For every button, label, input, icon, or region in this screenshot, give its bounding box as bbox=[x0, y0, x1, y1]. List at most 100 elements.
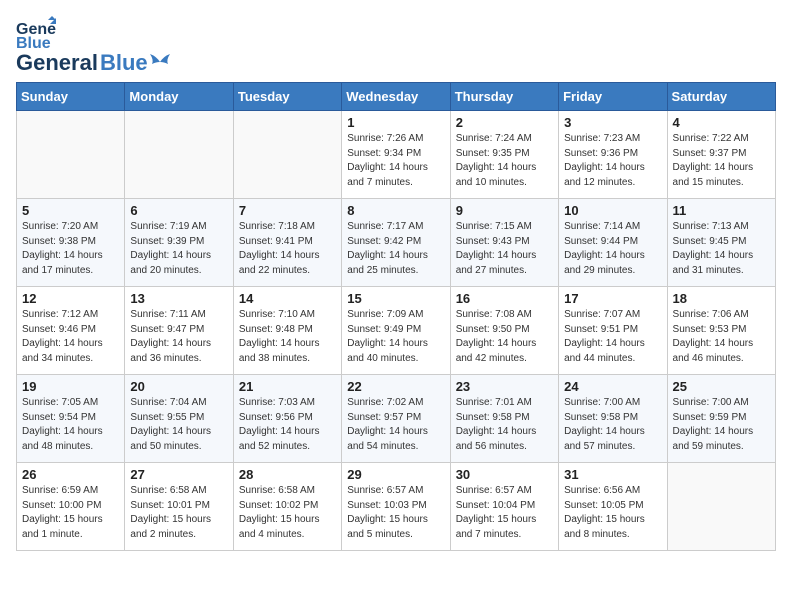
day-number: 3 bbox=[564, 115, 661, 130]
day-cell: 12Sunrise: 7:12 AM Sunset: 9:46 PM Dayli… bbox=[17, 287, 125, 375]
day-cell: 27 Sunrise: 6:58 AM Sunset: 10:01 PM Dayl… bbox=[125, 463, 233, 551]
day-cell: 31Sunrise: 6:56 AM Sunset: 10:05 PM Dayl… bbox=[559, 463, 667, 551]
week-row-5: 26 Sunrise: 6:59 AM Sunset: 10:00 PM Dayl… bbox=[17, 463, 776, 551]
weekday-saturday: Saturday bbox=[667, 83, 775, 111]
day-number: 25 bbox=[673, 379, 770, 394]
day-cell: 8Sunrise: 7:17 AM Sunset: 9:42 PM Daylig… bbox=[342, 199, 450, 287]
day-cell: 4Sunrise: 7:22 AM Sunset: 9:37 PM Daylig… bbox=[667, 111, 775, 199]
day-cell: 6 Sunrise: 7:19 AM Sunset: 9:39 PM Daylig… bbox=[125, 199, 233, 287]
day-info: Sunrise: 7:02 AM Sunset: 9:57 PM Dayligh… bbox=[347, 396, 444, 454]
day-info: Sunrise: 7:00 AM Sunset: 9:59 PM Dayligh… bbox=[673, 396, 770, 454]
day-number: 31 bbox=[564, 467, 661, 482]
day-info: Sunrise: 7:10 AM Sunset: 9:48 PM Dayligh… bbox=[239, 308, 336, 366]
day-info: Sunrise: 6:59 AM Sunset: 10:00 PM Daylig… bbox=[22, 484, 119, 542]
weekday-tuesday: Tuesday bbox=[233, 83, 341, 111]
day-info: Sunrise: 7:22 AM Sunset: 9:37 PM Dayligh… bbox=[673, 132, 770, 190]
day-cell: 20 Sunrise: 7:04 AM Sunset: 9:55 PM Dayli… bbox=[125, 375, 233, 463]
day-info: Sunrise: 6:57 AM Sunset: 10:03 PM Daylig… bbox=[347, 484, 444, 542]
weekday-header-row: SundayMondayTuesdayWednesdayThursdayFrid… bbox=[17, 83, 776, 111]
day-info: Sunrise: 7:19 AM Sunset: 9:39 PM Dayligh… bbox=[130, 220, 227, 278]
day-number: 17 bbox=[564, 291, 661, 306]
day-cell: 19 Sunrise: 7:05 AM Sunset: 9:54 PM Dayli… bbox=[17, 375, 125, 463]
day-number: 5 bbox=[22, 203, 119, 218]
day-info: Sunrise: 6:58 AM Sunset: 10:01 PM Daylig… bbox=[130, 484, 227, 542]
day-number: 30 bbox=[456, 467, 553, 482]
logo: General Blue General Blue bbox=[16, 16, 170, 74]
day-cell: 14 Sunrise: 7:10 AM Sunset: 9:48 PM Dayli… bbox=[233, 287, 341, 375]
logo-bird-icon bbox=[150, 54, 170, 70]
day-number: 7 bbox=[239, 203, 336, 218]
day-cell bbox=[17, 111, 125, 199]
day-cell: 1 Sunrise: 7:26 AM Sunset: 9:34 PM Daylig… bbox=[342, 111, 450, 199]
day-info: Sunrise: 7:04 AM Sunset: 9:55 PM Dayligh… bbox=[130, 396, 227, 454]
day-cell: 26 Sunrise: 6:59 AM Sunset: 10:00 PM Dayl… bbox=[17, 463, 125, 551]
day-info: Sunrise: 7:11 AM Sunset: 9:47 PM Dayligh… bbox=[130, 308, 227, 366]
day-number: 28 bbox=[239, 467, 336, 482]
day-cell: 3 Sunrise: 7:23 AM Sunset: 9:36 PM Daylig… bbox=[559, 111, 667, 199]
day-cell: 22 Sunrise: 7:02 AM Sunset: 9:57 PM Dayli… bbox=[342, 375, 450, 463]
week-row-1: 1 Sunrise: 7:26 AM Sunset: 9:34 PM Daylig… bbox=[17, 111, 776, 199]
day-cell: 18 Sunrise: 7:06 AM Sunset: 9:53 PM Dayli… bbox=[667, 287, 775, 375]
logo-general: General bbox=[16, 52, 98, 74]
day-cell: 28 Sunrise: 6:58 AM Sunset: 10:02 PM Dayl… bbox=[233, 463, 341, 551]
day-info: Sunrise: 7:09 AM Sunset: 9:49 PM Dayligh… bbox=[347, 308, 444, 366]
day-cell: 15 Sunrise: 7:09 AM Sunset: 9:49 PM Dayli… bbox=[342, 287, 450, 375]
day-cell: 24 Sunrise: 7:00 AM Sunset: 9:58 PM Dayli… bbox=[559, 375, 667, 463]
day-cell: 21 Sunrise: 7:03 AM Sunset: 9:56 PM Dayli… bbox=[233, 375, 341, 463]
day-number: 20 bbox=[130, 379, 227, 394]
day-info: Sunrise: 7:03 AM Sunset: 9:56 PM Dayligh… bbox=[239, 396, 336, 454]
day-info: Sunrise: 6:57 AM Sunset: 10:04 PM Daylig… bbox=[456, 484, 553, 542]
week-row-2: 5 Sunrise: 7:20 AM Sunset: 9:38 PM Daylig… bbox=[17, 199, 776, 287]
day-info: Sunrise: 7:26 AM Sunset: 9:34 PM Dayligh… bbox=[347, 132, 444, 190]
week-row-4: 19 Sunrise: 7:05 AM Sunset: 9:54 PM Dayli… bbox=[17, 375, 776, 463]
day-number: 21 bbox=[239, 379, 336, 394]
day-cell: 25 Sunrise: 7:00 AM Sunset: 9:59 PM Dayli… bbox=[667, 375, 775, 463]
day-cell bbox=[233, 111, 341, 199]
day-number: 1 bbox=[347, 115, 444, 130]
day-info: Sunrise: 7:23 AM Sunset: 9:36 PM Dayligh… bbox=[564, 132, 661, 190]
weekday-sunday: Sunday bbox=[17, 83, 125, 111]
week-row-3: 12Sunrise: 7:12 AM Sunset: 9:46 PM Dayli… bbox=[17, 287, 776, 375]
day-number: 8 bbox=[347, 203, 444, 218]
calendar-body: 1 Sunrise: 7:26 AM Sunset: 9:34 PM Daylig… bbox=[17, 111, 776, 551]
day-info: Sunrise: 6:58 AM Sunset: 10:02 PM Daylig… bbox=[239, 484, 336, 542]
day-number: 23 bbox=[456, 379, 553, 394]
day-number: 19 bbox=[22, 379, 119, 394]
day-number: 14 bbox=[239, 291, 336, 306]
day-info: Sunrise: 7:06 AM Sunset: 9:53 PM Dayligh… bbox=[673, 308, 770, 366]
day-cell: 7Sunrise: 7:18 AM Sunset: 9:41 PM Daylig… bbox=[233, 199, 341, 287]
day-number: 9 bbox=[456, 203, 553, 218]
day-info: Sunrise: 7:05 AM Sunset: 9:54 PM Dayligh… bbox=[22, 396, 119, 454]
day-number: 2 bbox=[456, 115, 553, 130]
day-number: 24 bbox=[564, 379, 661, 394]
day-cell: 17Sunrise: 7:07 AM Sunset: 9:51 PM Dayli… bbox=[559, 287, 667, 375]
day-cell: 30 Sunrise: 6:57 AM Sunset: 10:04 PM Dayl… bbox=[450, 463, 558, 551]
day-number: 26 bbox=[22, 467, 119, 482]
day-info: Sunrise: 7:20 AM Sunset: 9:38 PM Dayligh… bbox=[22, 220, 119, 278]
day-info: Sunrise: 7:01 AM Sunset: 9:58 PM Dayligh… bbox=[456, 396, 553, 454]
day-cell: 5 Sunrise: 7:20 AM Sunset: 9:38 PM Daylig… bbox=[17, 199, 125, 287]
weekday-friday: Friday bbox=[559, 83, 667, 111]
day-info: Sunrise: 7:24 AM Sunset: 9:35 PM Dayligh… bbox=[456, 132, 553, 190]
day-number: 15 bbox=[347, 291, 444, 306]
day-cell: 11 Sunrise: 7:13 AM Sunset: 9:45 PM Dayli… bbox=[667, 199, 775, 287]
logo-icon: General Blue bbox=[16, 16, 56, 52]
day-info: Sunrise: 7:14 AM Sunset: 9:44 PM Dayligh… bbox=[564, 220, 661, 278]
day-info: Sunrise: 7:13 AM Sunset: 9:45 PM Dayligh… bbox=[673, 220, 770, 278]
day-info: Sunrise: 7:00 AM Sunset: 9:58 PM Dayligh… bbox=[564, 396, 661, 454]
weekday-wednesday: Wednesday bbox=[342, 83, 450, 111]
day-cell: 16Sunrise: 7:08 AM Sunset: 9:50 PM Dayli… bbox=[450, 287, 558, 375]
day-number: 18 bbox=[673, 291, 770, 306]
day-number: 11 bbox=[673, 203, 770, 218]
day-cell: 29Sunrise: 6:57 AM Sunset: 10:03 PM Dayl… bbox=[342, 463, 450, 551]
day-cell: 23 Sunrise: 7:01 AM Sunset: 9:58 PM Dayli… bbox=[450, 375, 558, 463]
weekday-thursday: Thursday bbox=[450, 83, 558, 111]
day-number: 16 bbox=[456, 291, 553, 306]
day-number: 27 bbox=[130, 467, 227, 482]
calendar-table: SundayMondayTuesdayWednesdayThursdayFrid… bbox=[16, 82, 776, 551]
weekday-monday: Monday bbox=[125, 83, 233, 111]
day-number: 22 bbox=[347, 379, 444, 394]
day-cell: 13Sunrise: 7:11 AM Sunset: 9:47 PM Dayli… bbox=[125, 287, 233, 375]
day-number: 6 bbox=[130, 203, 227, 218]
day-info: Sunrise: 7:12 AM Sunset: 9:46 PM Dayligh… bbox=[22, 308, 119, 366]
